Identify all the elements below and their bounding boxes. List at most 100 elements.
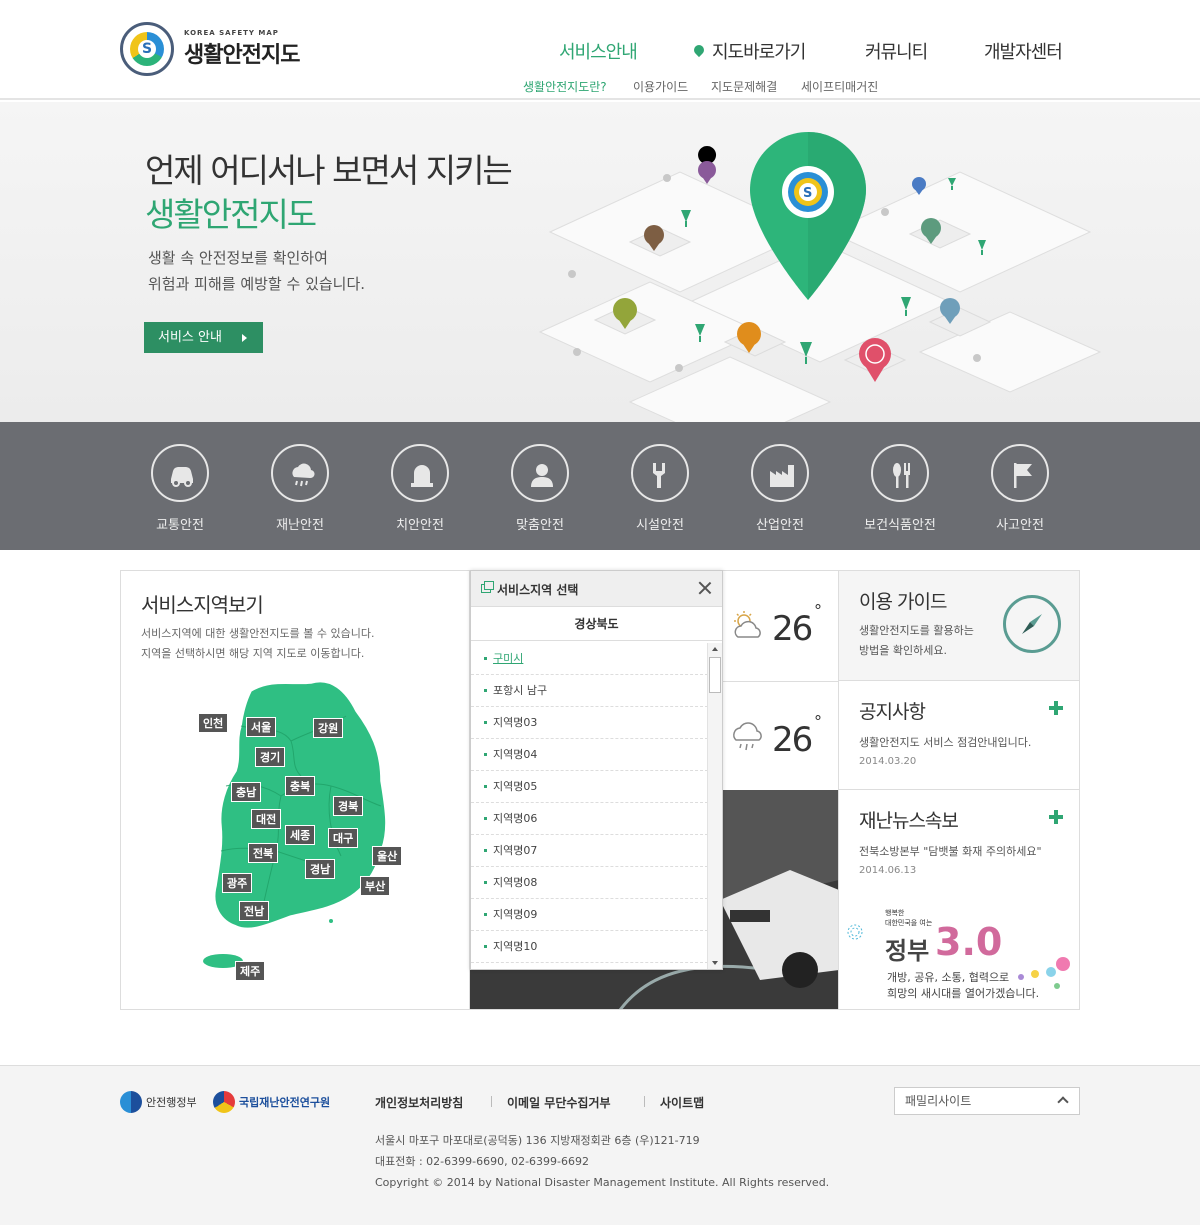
subnav-about[interactable]: 생활안전지도란?: [523, 78, 607, 95]
popup-province: 경상북도: [471, 607, 722, 641]
category-facility[interactable]: 시설안전: [600, 444, 720, 533]
subnav-magazine[interactable]: 세이프티매거진: [801, 78, 878, 95]
region-gangwon[interactable]: 강원: [313, 718, 344, 738]
gov30-description: 개방, 공유, 소통, 협력으로 희망의 새시대를 열어가겠습니다.: [887, 970, 1039, 1002]
sitemap-link[interactable]: 사이트맵: [660, 1094, 704, 1111]
window-icon: [481, 581, 494, 593]
category-traffic[interactable]: 교통안전: [120, 444, 240, 533]
guide-box[interactable]: 이용 가이드 생활안전지도를 활용하는 방법을 확인하세요.: [838, 570, 1080, 681]
gov30-banner[interactable]: 행복한 대한민국을 여는 정부 3.0 개방, 공유, 소통, 협력으로 희망의…: [838, 898, 1080, 1010]
notice-date: 2014.03.20: [859, 756, 917, 767]
subnav-troubleshoot[interactable]: 지도문제해결: [711, 78, 777, 95]
region-ulsan[interactable]: 울산: [372, 846, 403, 866]
region-list-item[interactable]: 지역명08: [471, 867, 708, 899]
region-jeonbuk[interactable]: 전북: [248, 843, 279, 863]
cloud-rain-icon: [292, 463, 315, 487]
close-icon[interactable]: [696, 579, 714, 597]
popup-title: 서비스지역 선택: [497, 583, 579, 597]
list-scrollbar[interactable]: [707, 643, 722, 969]
scroll-up-icon[interactable]: [712, 647, 718, 651]
scroll-down-icon[interactable]: [712, 961, 718, 965]
safety-category-bar: 교통안전 재난안전 치안안전 맞춤안전 시설안전 산업안전 보건식품안전 사고안…: [0, 422, 1200, 550]
gov30-desc-line1: 개방, 공유, 소통, 협력으로: [887, 971, 1010, 984]
notice-text[interactable]: 생활안전지도 서비스 점검안내입니다.: [859, 733, 1031, 753]
region-list-item[interactable]: 지역명07: [471, 835, 708, 867]
nav-developer-center[interactable]: 개발자센터: [984, 38, 1063, 64]
region-description: 서비스지역에 대한 생활안전지도를 볼 수 있습니다. 지역을 선택하시면 해당…: [141, 624, 375, 664]
region-list-item[interactable]: 지역명09: [471, 899, 708, 931]
region-sejong[interactable]: 세종: [285, 825, 316, 845]
region-chungbuk[interactable]: 충북: [285, 776, 316, 796]
category-police[interactable]: 치안안전: [360, 444, 480, 533]
ndmi-logo-label: 국립재난안전연구원: [239, 1096, 331, 1109]
region-list-item[interactable]: 구미시: [471, 643, 708, 675]
category-police-label: 치안안전: [396, 518, 444, 533]
region-list-item[interactable]: 지역명06: [471, 803, 708, 835]
nav-service-info[interactable]: 서비스안내: [559, 38, 638, 64]
hero-title-line2: 생활안전지도: [145, 195, 317, 234]
region-daegu[interactable]: 대구: [328, 828, 359, 848]
hero-desc-line2: 위험과 피해를 예방할 수 있습니다.: [148, 275, 366, 293]
region-list-item[interactable]: 지역명10: [471, 931, 708, 963]
logo-subtitle: KOREA SAFETY MAP: [184, 29, 279, 37]
region-desc-line2: 지역을 선택하시면 해당 지역 지도로 이동합니다.: [141, 647, 365, 660]
region-gyeongbuk[interactable]: 경북: [333, 796, 364, 816]
ndmi-logo[interactable]: 국립재난안전연구원: [213, 1091, 330, 1113]
disaster-news-box: 재난뉴스속보 전북소방본부 "담뱃불 화재 주의하세요" 2014.06.13: [838, 789, 1080, 899]
weather-temp-1: 26: [772, 609, 813, 649]
region-list-item[interactable]: 지역명05: [471, 771, 708, 803]
weather-degree-1: °: [814, 601, 822, 620]
nav-map-shortcut-label: 지도바로가기: [712, 42, 806, 63]
gov30-big-text: 정부: [885, 937, 930, 965]
region-chungnam[interactable]: 충남: [231, 782, 262, 802]
nav-community[interactable]: 커뮤니티: [865, 38, 928, 64]
sub-nav: 생활안전지도란? 이용가이드 지도문제해결 세이프티매거진: [0, 78, 1200, 98]
email-refusal-link[interactable]: 이메일 무단수집거부: [507, 1094, 611, 1111]
mospa-logo[interactable]: 안전행정부: [120, 1091, 197, 1113]
gov30-small-text: 행복한 대한민국을 여는: [885, 908, 932, 928]
scroll-thumb[interactable]: [709, 657, 721, 693]
factory-icon: [770, 465, 794, 487]
news-text[interactable]: 전북소방본부 "담뱃불 화재 주의하세요": [859, 842, 1042, 862]
region-jeonnam[interactable]: 전남: [239, 901, 270, 921]
footer-separator: [491, 1096, 492, 1107]
subnav-guide[interactable]: 이용가이드: [633, 78, 688, 95]
family-site-select[interactable]: 패밀리사이트: [894, 1087, 1080, 1115]
nav-map-shortcut[interactable]: 지도바로가기: [694, 38, 806, 64]
region-gwangju[interactable]: 광주: [222, 873, 253, 893]
news-title: 재난뉴스속보: [859, 810, 959, 832]
category-industry-label: 산업안전: [756, 518, 804, 533]
header: S KOREA SAFETY MAP 생활안전지도 서비스안내 지도바로가기 커…: [0, 0, 1200, 100]
weather-today: 26 °: [722, 570, 839, 681]
region-busan[interactable]: 부산: [360, 876, 391, 896]
region-jeju[interactable]: 제주: [235, 961, 266, 981]
region-gyeongnam[interactable]: 경남: [305, 859, 336, 879]
car-icon: [171, 467, 193, 487]
wrench-icon: [653, 463, 665, 488]
flag-icon: [1014, 463, 1032, 488]
category-food-health[interactable]: 보건식품안전: [840, 444, 960, 533]
region-list-item[interactable]: 지역명03: [471, 707, 708, 739]
category-industry[interactable]: 산업안전: [720, 444, 840, 533]
region-seoul[interactable]: 서울: [246, 717, 277, 737]
privacy-policy-link[interactable]: 개인정보처리방침: [375, 1094, 463, 1111]
category-custom[interactable]: 맞춤안전: [480, 444, 600, 533]
partly-cloudy-icon: [734, 611, 761, 638]
region-list-item[interactable]: 지역명04: [471, 739, 708, 771]
news-more-plus-icon[interactable]: [1049, 810, 1063, 824]
category-disaster[interactable]: 재난안전: [240, 444, 360, 533]
service-info-button-label: 서비스 안내: [158, 330, 222, 345]
category-facility-label: 시설안전: [636, 518, 684, 533]
region-select-popup: 서비스지역 선택 경상북도 구미시 포항시 남구 지역명03 지역명04 지역명…: [470, 570, 723, 970]
category-accident[interactable]: 사고안전: [960, 444, 1080, 533]
region-title: 서비스지역보기: [141, 593, 264, 617]
region-list-item[interactable]: 포항시 남구: [471, 675, 708, 707]
region-gyeonggi[interactable]: 경기: [255, 747, 286, 767]
region-daejeon[interactable]: 대전: [251, 809, 282, 829]
notice-more-plus-icon[interactable]: [1049, 701, 1063, 715]
footer-phone: 대표전화 : 02-6399-6690, 02-6399-6692: [375, 1155, 590, 1168]
region-list: 구미시 포항시 남구 지역명03 지역명04 지역명05 지역명06 지역명07…: [471, 643, 708, 969]
gov30-small-line2: 대한민국을 여는: [885, 919, 933, 927]
service-info-button[interactable]: 서비스 안내: [144, 322, 263, 353]
region-incheon[interactable]: 인천: [198, 713, 229, 733]
